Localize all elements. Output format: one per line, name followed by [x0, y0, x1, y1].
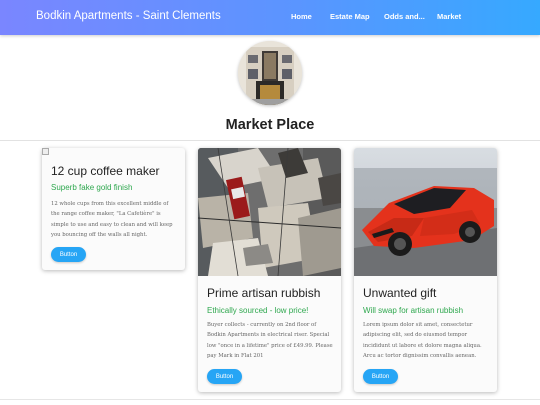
card-button[interactable]: Button [207, 369, 242, 384]
sports-car-photo [354, 148, 497, 276]
product-card-artisan-rubbish: Prime artisan rubbish Ethically sourced … [198, 148, 341, 392]
card-title: Prime artisan rubbish [207, 286, 321, 300]
brand-link[interactable]: Bodkin Apartments - Saint Clements [36, 10, 221, 22]
product-card-coffee-maker: 12 cup coffee maker Superb fake gold fin… [42, 148, 185, 270]
card-button[interactable]: Button [51, 247, 86, 262]
rubbish-photo [198, 148, 341, 276]
card-title: 12 cup coffee maker [51, 164, 160, 178]
card-subtitle: Will swap for artisan rubbish [363, 306, 464, 315]
card-description: Buyer collects - currently on 2nd floor … [207, 322, 333, 360]
product-card-unwanted-gift: Unwanted gift Will swap for artisan rubb… [354, 148, 497, 392]
card-title: Unwanted gift [363, 286, 437, 300]
divider [0, 140, 540, 141]
card-button[interactable]: Button [363, 369, 398, 384]
building-photo [238, 41, 302, 105]
card-subtitle: Superb fake gold finish [51, 183, 133, 192]
nav-estate-map[interactable]: Estate Map [330, 12, 370, 21]
page-title: Market Place [225, 117, 315, 133]
card-description: Lorem ipsum dolor sit amet, consectetur … [363, 322, 482, 360]
nav-home[interactable]: Home [291, 12, 312, 21]
broken-image-icon [42, 148, 49, 155]
top-navbar: Bodkin Apartments - Saint Clements Home … [0, 0, 540, 35]
nav-odds-dropdown[interactable]: Odds and... [384, 12, 425, 21]
footer-divider [0, 399, 540, 400]
building-avatar [238, 41, 302, 105]
nav-market[interactable]: Market [437, 12, 461, 21]
card-subtitle: Ethically sourced - low price! [207, 306, 309, 315]
card-description: 12 whole cups from this excellent middle… [51, 201, 173, 239]
